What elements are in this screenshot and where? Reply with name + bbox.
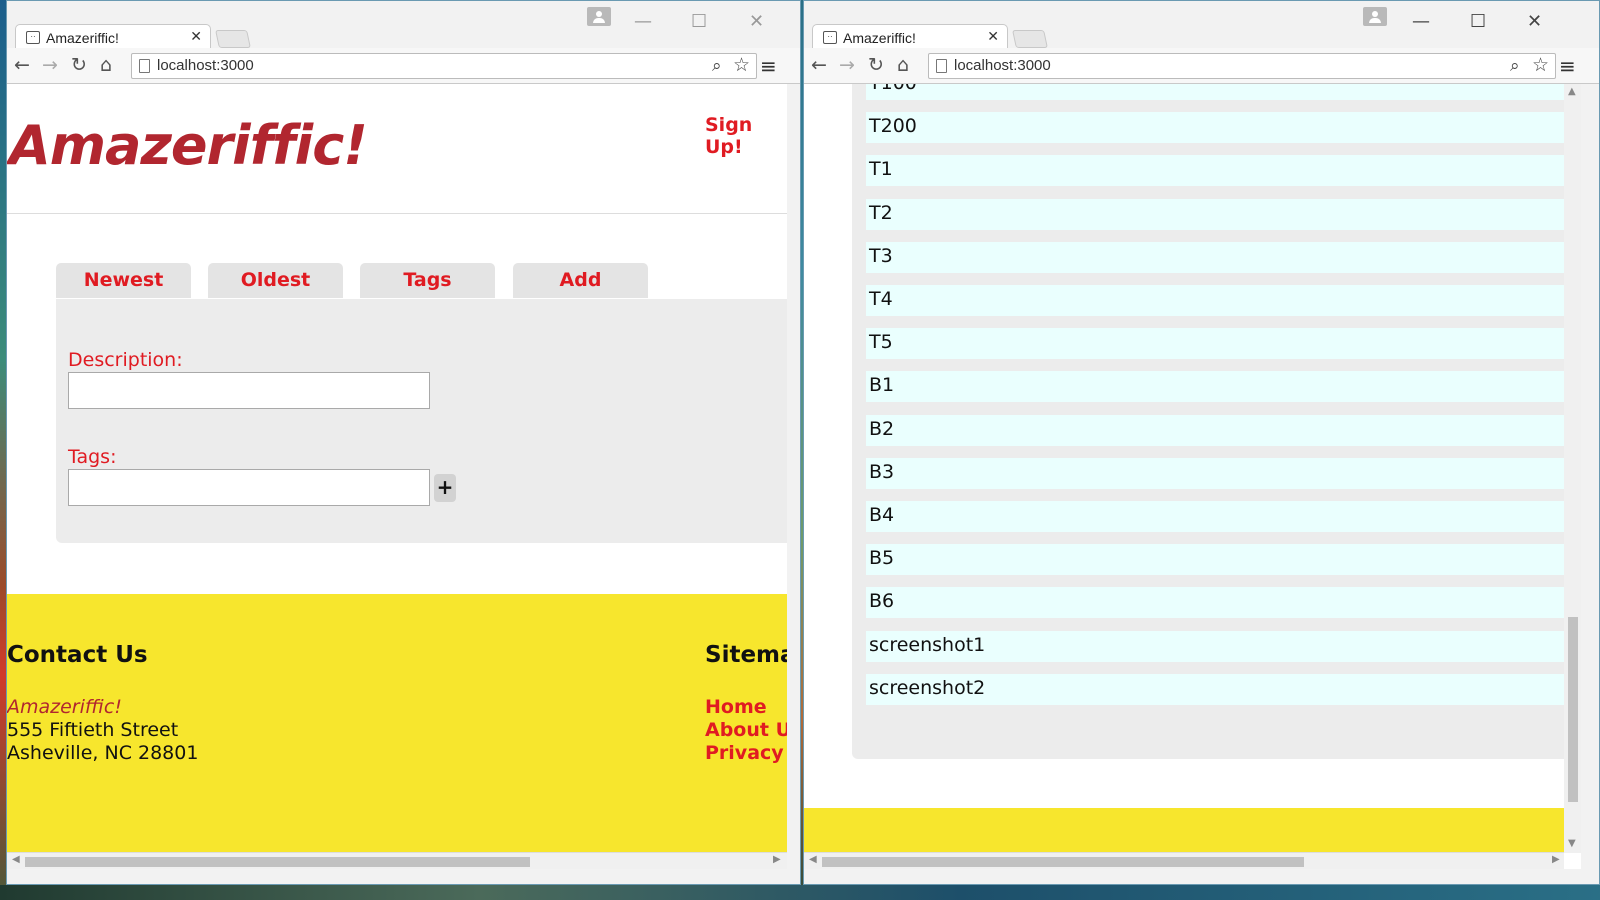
browser-tab[interactable]: ·· Amazeriffic! ✕	[812, 24, 1008, 49]
url-text: localhost:3000	[157, 57, 254, 74]
site-logo[interactable]: Amazeriffic!	[9, 114, 368, 177]
tag-list-item: T5	[866, 328, 1564, 360]
tag-list-item: B2	[866, 414, 1564, 446]
sitemap-link-privacy[interactable]: Privacy	[705, 742, 784, 764]
add-tag-button[interactable]: +	[434, 474, 456, 502]
tag-list-item: T2	[866, 198, 1564, 230]
add-form-panel: Description: Tags: +	[56, 299, 787, 543]
browser-window-right: ·· Amazeriffic! ✕ — ☐ ✕ ← → ↻ ⌂ localhos…	[803, 0, 1600, 885]
tab-title: Amazeriffic!	[46, 30, 119, 46]
tag-list-item: B1	[866, 371, 1564, 403]
new-tab-button[interactable]	[215, 30, 251, 48]
tag-list-item: screenshot2	[866, 673, 1564, 705]
tags-input[interactable]	[68, 469, 430, 506]
address-bar[interactable]: localhost:3000 ⌕ ☆	[131, 53, 757, 79]
home-icon[interactable]: ⌂	[100, 54, 112, 76]
tag-list-item: T1	[866, 155, 1564, 187]
profile-icon[interactable]	[587, 7, 611, 26]
reload-icon[interactable]: ↻	[868, 54, 884, 76]
tab-add[interactable]: Add	[513, 263, 648, 298]
tag-list-item: B6	[866, 587, 1564, 619]
address-line-1: 555 Fiftieth Street	[7, 719, 179, 741]
tag-list-item: T4	[866, 285, 1564, 316]
tags-label: Tags:	[68, 446, 117, 468]
back-arrow-icon[interactable]: ←	[811, 54, 827, 76]
browser-window-left: ·· Amazeriffic! ✕ — ☐ ✕ ← → ↻ ⌂ localhos…	[6, 0, 801, 885]
horizontal-scrollbar[interactable]: ◀ ▶	[7, 852, 787, 869]
tab-close-icon[interactable]: ✕	[190, 28, 202, 45]
scroll-up-icon[interactable]: ▲	[1568, 86, 1576, 97]
site-footer: Contact Us Amazeriffic! 555 Fiftieth Str…	[7, 594, 787, 852]
hamburger-menu-icon[interactable]: ≡	[1559, 54, 1576, 78]
scroll-right-icon[interactable]: ▶	[773, 854, 781, 865]
page-favicon-icon: ··	[823, 31, 837, 44]
browser-toolbar: ← → ↻ ⌂ localhost:3000 ⌕ ☆ ≡	[804, 48, 1599, 84]
scroll-down-icon[interactable]: ▼	[1568, 838, 1576, 849]
contact-company: Amazeriffic!	[7, 696, 122, 718]
star-icon[interactable]: ☆	[1532, 54, 1549, 76]
tag-list-item: B3	[866, 457, 1564, 489]
page-icon	[139, 59, 150, 73]
sitemap-link-about[interactable]: About Us	[705, 719, 787, 741]
sitemap-heading: Sitemap	[705, 642, 787, 668]
zoom-icon[interactable]: ⌕	[712, 56, 722, 76]
site-header: Amazeriffic! Sign Up!	[7, 84, 787, 214]
star-icon[interactable]: ☆	[733, 54, 750, 76]
scrollbar-thumb[interactable]	[822, 857, 1304, 867]
scrollbar-thumb[interactable]	[1568, 617, 1578, 802]
description-input[interactable]	[68, 372, 430, 409]
tag-list-item: screenshot1	[866, 630, 1564, 662]
home-icon[interactable]: ⌂	[897, 54, 909, 76]
minimize-icon[interactable]: —	[1412, 11, 1430, 32]
browser-tab[interactable]: ·· Amazeriffic! ✕	[15, 24, 211, 49]
address-line-2: Asheville, NC 28801	[7, 742, 199, 764]
scroll-left-icon[interactable]: ◀	[809, 854, 817, 865]
site-footer	[804, 808, 1564, 853]
title-bar: ·· Amazeriffic! ✕ — ☐ ✕	[7, 1, 800, 49]
page-icon	[936, 59, 947, 73]
tab-newest[interactable]: Newest	[56, 263, 191, 298]
tags-panel: T100 T200 T1 T2 T3 T4 T5 B1 B2 B3 B4 B5 B6 screenshot…	[852, 84, 1570, 759]
browser-toolbar: ← → ↻ ⌂ localhost:3000 ⌕ ☆ ≡	[7, 48, 800, 84]
forward-arrow-icon[interactable]: →	[42, 54, 58, 76]
tag-list-item: B4	[866, 501, 1564, 532]
vertical-scrollbar[interactable]: ▲ ▼	[1564, 84, 1581, 853]
address-bar[interactable]: localhost:3000 ⌕ ☆	[928, 53, 1556, 79]
new-tab-button[interactable]	[1012, 30, 1048, 48]
tag-list-item: B5	[866, 544, 1564, 576]
signup-link[interactable]: Sign Up!	[705, 114, 787, 158]
reload-icon[interactable]: ↻	[71, 54, 87, 76]
tag-list-item: T200	[866, 112, 1564, 144]
tab-oldest[interactable]: Oldest	[208, 263, 343, 298]
sitemap-link-home[interactable]: Home	[705, 696, 767, 718]
tab-close-icon[interactable]: ✕	[987, 28, 999, 45]
title-bar: ·· Amazeriffic! ✕ — ☐ ✕	[804, 1, 1599, 49]
maximize-icon[interactable]: ☐	[691, 11, 707, 32]
tag-list-item: T100	[866, 84, 1564, 100]
scroll-left-icon[interactable]: ◀	[12, 854, 20, 865]
contact-heading: Contact Us	[7, 642, 148, 668]
page-viewport: Amazeriffic! Sign Up! Newest Oldest Tags…	[7, 84, 787, 869]
hamburger-menu-icon[interactable]: ≡	[760, 54, 777, 78]
url-text: localhost:3000	[954, 57, 1051, 74]
page-favicon-icon: ··	[26, 31, 40, 44]
forward-arrow-icon[interactable]: →	[839, 54, 855, 76]
back-arrow-icon[interactable]: ←	[14, 54, 30, 76]
horizontal-scrollbar[interactable]: ◀ ▶	[804, 852, 1564, 869]
tab-title: Amazeriffic!	[843, 30, 916, 46]
page-viewport: T100 T200 T1 T2 T3 T4 T5 B1 B2 B3 B4 B5 B6 screenshot…	[804, 84, 1581, 869]
maximize-icon[interactable]: ☐	[1470, 11, 1486, 32]
minimize-icon[interactable]: —	[634, 11, 652, 32]
tag-list-item: T3	[866, 241, 1564, 273]
description-label: Description:	[68, 349, 183, 371]
scrollbar-thumb[interactable]	[25, 857, 530, 867]
zoom-icon[interactable]: ⌕	[1510, 56, 1520, 76]
scroll-right-icon[interactable]: ▶	[1552, 854, 1560, 865]
close-window-icon[interactable]: ✕	[1527, 11, 1542, 32]
close-window-icon[interactable]: ✕	[749, 11, 764, 32]
desktop-background-bottom	[0, 885, 1600, 900]
tab-tags[interactable]: Tags	[360, 263, 495, 298]
profile-icon[interactable]	[1363, 7, 1387, 26]
